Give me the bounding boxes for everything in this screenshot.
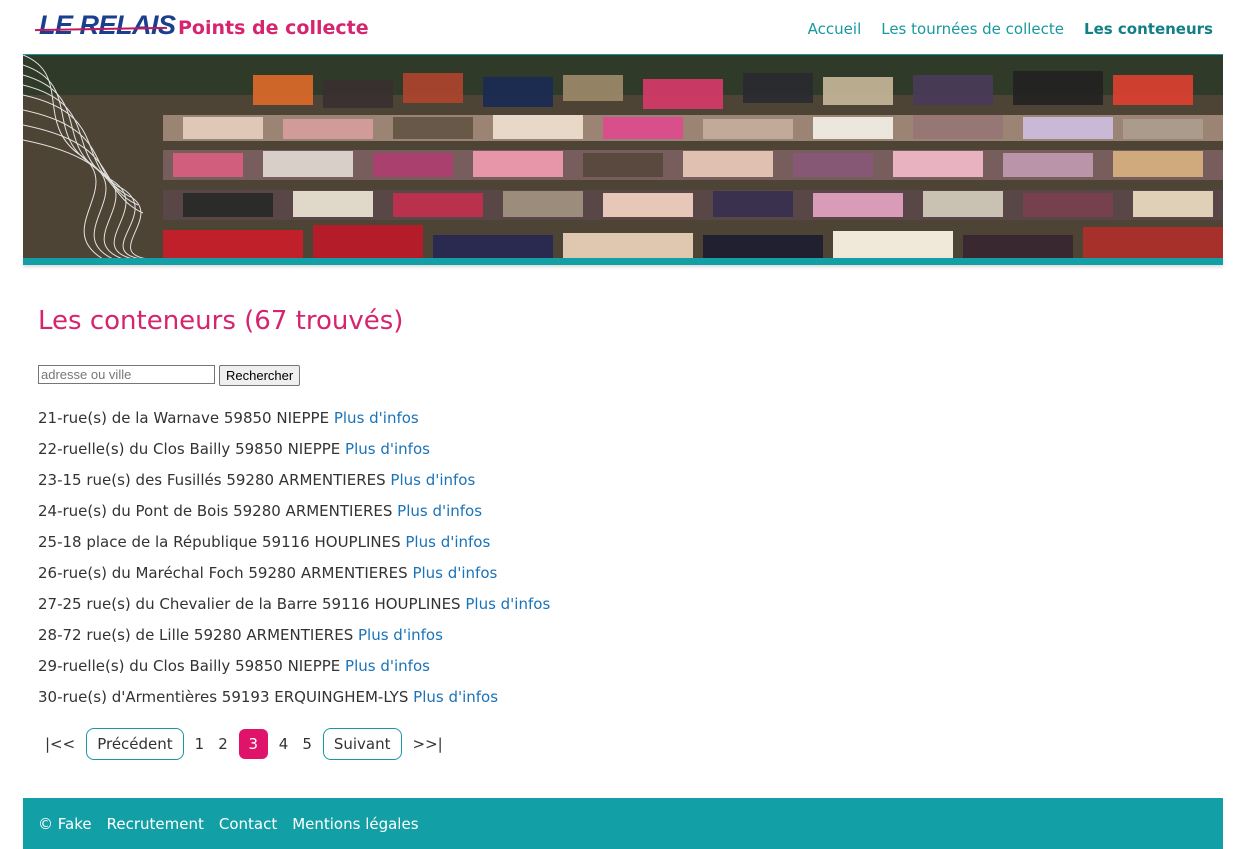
more-info-link[interactable]: Plus d'infos [345,657,430,675]
container-address: 26-rue(s) du Maréchal Foch 59280 ARMENTI… [38,564,408,582]
container-address: 23-15 rue(s) des Fusillés 59280 ARMENTIE… [38,471,386,489]
list-item: 21-rue(s) de la Warnave 59850 NIEPPE Plu… [38,408,550,439]
footer-link-mentions[interactable]: Mentions légales [292,815,418,833]
list-item: 28-72 rue(s) de Lille 59280 ARMENTIERES … [38,625,550,656]
pagination-first[interactable]: |<< [40,735,80,753]
banner-clothes-illustration [23,55,1223,259]
page-3-current[interactable]: 3 [238,729,268,759]
pagination-next-button[interactable]: Suivant [322,728,402,760]
more-info-link[interactable]: Plus d'infos [397,502,482,520]
nav-accueil[interactable]: Accueil [808,20,862,38]
banner-image [23,54,1223,259]
search-input[interactable] [38,365,215,384]
container-address: 24-rue(s) du Pont de Bois 59280 ARMENTIE… [38,502,393,520]
footer-link-recrutement[interactable]: Recrutement [107,815,204,833]
site-title[interactable]: Points de collecte [178,17,369,39]
container-address: 28-72 rue(s) de Lille 59280 ARMENTIERES [38,626,354,644]
banner-accent-bar [23,258,1223,265]
list-item: 23-15 rue(s) des Fusillés 59280 ARMENTIE… [38,470,550,501]
footer-link-contact[interactable]: Contact [219,815,277,833]
more-info-link[interactable]: Plus d'infos [412,564,497,582]
main-nav: Accueil Les tournées de collecte Les con… [808,20,1213,38]
pagination-last[interactable]: >>| [408,735,448,753]
site-footer: © Fake Recrutement Contact Mentions léga… [23,798,1223,849]
search-button[interactable]: Rechercher [219,365,301,386]
list-item: 24-rue(s) du Pont de Bois 59280 ARMENTIE… [38,501,550,532]
more-info-link[interactable]: Plus d'infos [390,471,475,489]
more-info-link[interactable]: Plus d'infos [413,688,498,706]
page-title: Les conteneurs (67 trouvés) [38,306,404,336]
page-5[interactable]: 5 [297,735,317,753]
more-info-link[interactable]: Plus d'infos [358,626,443,644]
container-list: 21-rue(s) de la Warnave 59850 NIEPPE Plu… [38,408,550,718]
more-info-link[interactable]: Plus d'infos [345,440,430,458]
list-item: 30-rue(s) d'Armentières 59193 ERQUINGHEM… [38,687,550,718]
pagination-previous-button[interactable]: Précédent [86,728,184,760]
footer-copyright: © Fake [38,814,92,833]
list-item: 27-25 rue(s) du Chevalier de la Barre 59… [38,594,550,625]
more-info-link[interactable]: Plus d'infos [465,595,550,613]
container-address: 25-18 place de la République 59116 HOUPL… [38,533,401,551]
logo-text: LE RELAIS [39,10,176,40]
search-form: Rechercher [38,365,301,386]
list-item: 26-rue(s) du Maréchal Foch 59280 ARMENTI… [38,563,550,594]
page-4[interactable]: 4 [274,735,294,753]
container-address: 30-rue(s) d'Armentières 59193 ERQUINGHEM… [38,688,409,706]
site-header: LE RELAIS Points de collecte Accueil Les… [23,0,1223,54]
container-address: 22-ruelle(s) du Clos Bailly 59850 NIEPPE [38,440,341,458]
more-info-link[interactable]: Plus d'infos [405,533,490,551]
container-address: 29-ruelle(s) du Clos Bailly 59850 NIEPPE [38,657,341,675]
list-item: 22-ruelle(s) du Clos Bailly 59850 NIEPPE… [38,439,550,470]
more-info-link[interactable]: Plus d'infos [334,409,419,427]
list-item: 29-ruelle(s) du Clos Bailly 59850 NIEPPE… [38,656,550,687]
container-address: 21-rue(s) de la Warnave 59850 NIEPPE [38,409,330,427]
container-address: 27-25 rue(s) du Chevalier de la Barre 59… [38,595,461,613]
le-relais-logo[interactable]: LE RELAIS [34,10,176,46]
nav-tournees[interactable]: Les tournées de collecte [881,20,1064,38]
list-item: 25-18 place de la République 59116 HOUPL… [38,532,550,563]
pagination: |<< Précédent 1 2 3 4 5 Suivant >>| [38,728,450,760]
page-2[interactable]: 2 [213,735,233,753]
page-1[interactable]: 1 [190,735,210,753]
nav-conteneurs[interactable]: Les conteneurs [1084,20,1213,38]
